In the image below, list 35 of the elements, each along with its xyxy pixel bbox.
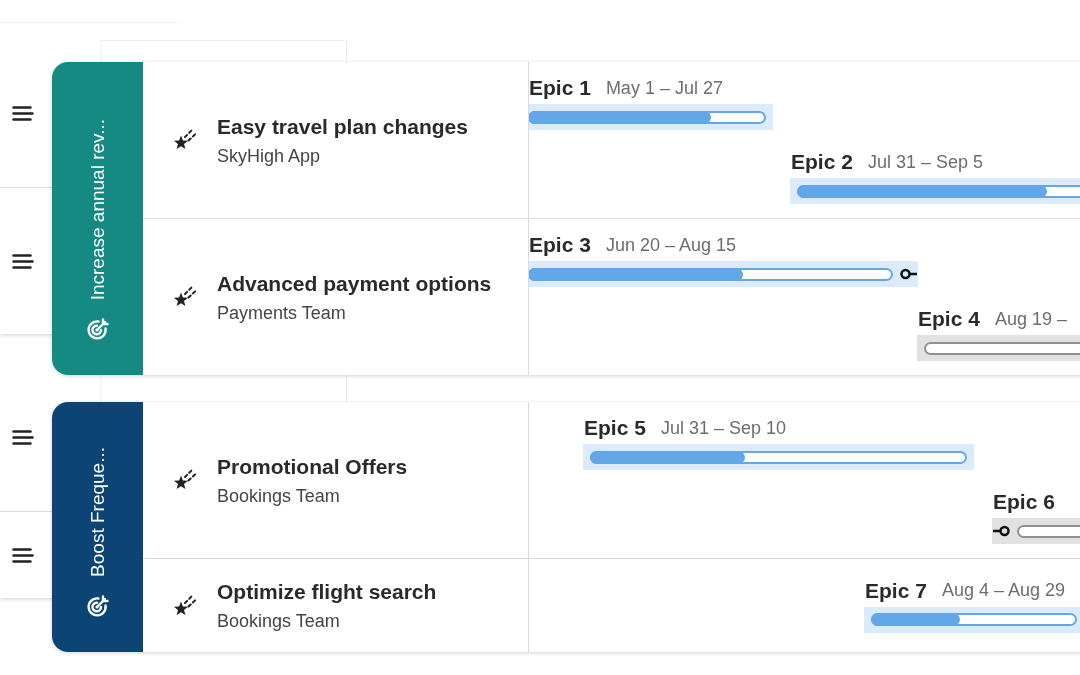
hamburger-icon[interactable]: [12, 106, 34, 121]
epic-dates: Jul 31 – Sep 10: [660, 416, 786, 440]
target-icon: [85, 317, 110, 341]
hamburger-icon[interactable]: [12, 547, 34, 563]
team-name: SkyHigh App: [217, 144, 322, 168]
shooting-star-icon: [172, 128, 198, 152]
epic-name: Epic 1: [529, 75, 591, 102]
team-name: Bookings Team: [217, 484, 341, 508]
feature-title: Advanced payment options: [217, 270, 492, 297]
connector-icon[interactable]: [993, 525, 1011, 537]
epic-name: Epic 4: [918, 306, 980, 333]
epic-dates: May 1 – Jul 27: [605, 76, 723, 100]
feature-title: Promotional Offers: [217, 453, 408, 480]
epic-dates: Jul 31 – Sep 5: [867, 150, 983, 174]
epic-dates: Aug 4 – Aug 29: [941, 579, 1065, 602]
shooting-star-icon: [172, 593, 198, 618]
hamburger-icon[interactable]: [12, 429, 34, 445]
epic-name: Epic 2: [791, 149, 853, 176]
target-icon: [85, 594, 110, 618]
feature-title: Optimize flight search: [217, 579, 437, 605]
epic-name: Epic 6: [993, 489, 1055, 516]
epic-name: Epic 3: [529, 232, 591, 259]
epic-name: Epic 7: [865, 577, 927, 604]
feature-title: Easy travel plan changes: [217, 113, 468, 140]
connector-icon[interactable]: [899, 268, 917, 280]
shooting-star-icon: [172, 285, 198, 309]
hamburger-icon[interactable]: [12, 253, 34, 269]
epic-dates: Aug 19 –: [994, 307, 1067, 331]
team-name: Bookings Team: [217, 610, 341, 633]
epic-dates: Jun 20 – Aug 15: [605, 233, 736, 257]
goal-title: Increase annual rev...: [85, 118, 109, 300]
goal-title: Boost Freque...: [85, 447, 109, 577]
team-name: Payments Team: [217, 301, 347, 325]
shooting-star-icon: [172, 468, 198, 492]
epic-name: Epic 5: [584, 415, 646, 442]
